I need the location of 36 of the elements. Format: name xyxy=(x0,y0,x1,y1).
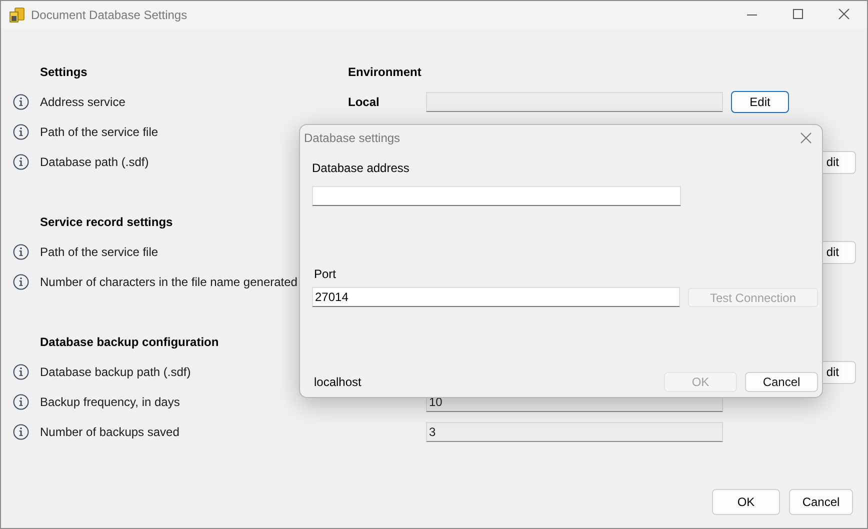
window-title: Document Database Settings xyxy=(31,7,188,24)
info-icon xyxy=(13,364,29,380)
info-icon xyxy=(13,274,29,290)
setting-label: Database backup path (.sdf) xyxy=(40,364,191,381)
edit-button[interactable]: Edit xyxy=(731,91,789,113)
info-icon xyxy=(13,94,29,110)
setting-label: Backup frequency, in days xyxy=(40,394,180,411)
setting-label: Path of the service file xyxy=(40,124,158,141)
dialog-title: Database settings xyxy=(304,130,400,147)
section-heading: Settings xyxy=(40,64,88,81)
info-icon xyxy=(13,154,29,170)
field-label: Database address xyxy=(312,160,410,177)
section-heading: Service record settings xyxy=(40,214,173,231)
info-icon xyxy=(13,394,29,410)
status-text: localhost xyxy=(314,374,362,391)
setting-label: Address service xyxy=(40,94,126,111)
info-icon xyxy=(13,424,29,440)
environment-label: Local xyxy=(348,94,380,111)
setting-label: Database path (.sdf) xyxy=(40,154,149,171)
address-field[interactable] xyxy=(312,186,681,206)
cancel-button[interactable]: Cancel xyxy=(789,489,853,515)
cancel-button[interactable]: Cancel xyxy=(745,372,818,392)
text-field[interactable]: 3 xyxy=(426,422,723,442)
text-field[interactable] xyxy=(426,92,723,112)
database-icon xyxy=(9,7,25,23)
setting-label: Path of the service file xyxy=(40,244,158,261)
setting-label: Number of backups saved xyxy=(40,424,180,441)
info-icon xyxy=(13,124,29,140)
column-heading: Environment xyxy=(348,64,422,81)
field-label: Port xyxy=(314,266,338,283)
port-field[interactable]: 27014 xyxy=(312,287,680,307)
ok-button[interactable]: OK xyxy=(712,489,780,515)
info-icon xyxy=(13,244,29,260)
setting-label: Number of characters in the file name generated xyxy=(40,274,298,291)
section-heading: Database backup configuration xyxy=(40,334,219,351)
close-icon[interactable] xyxy=(800,132,812,144)
